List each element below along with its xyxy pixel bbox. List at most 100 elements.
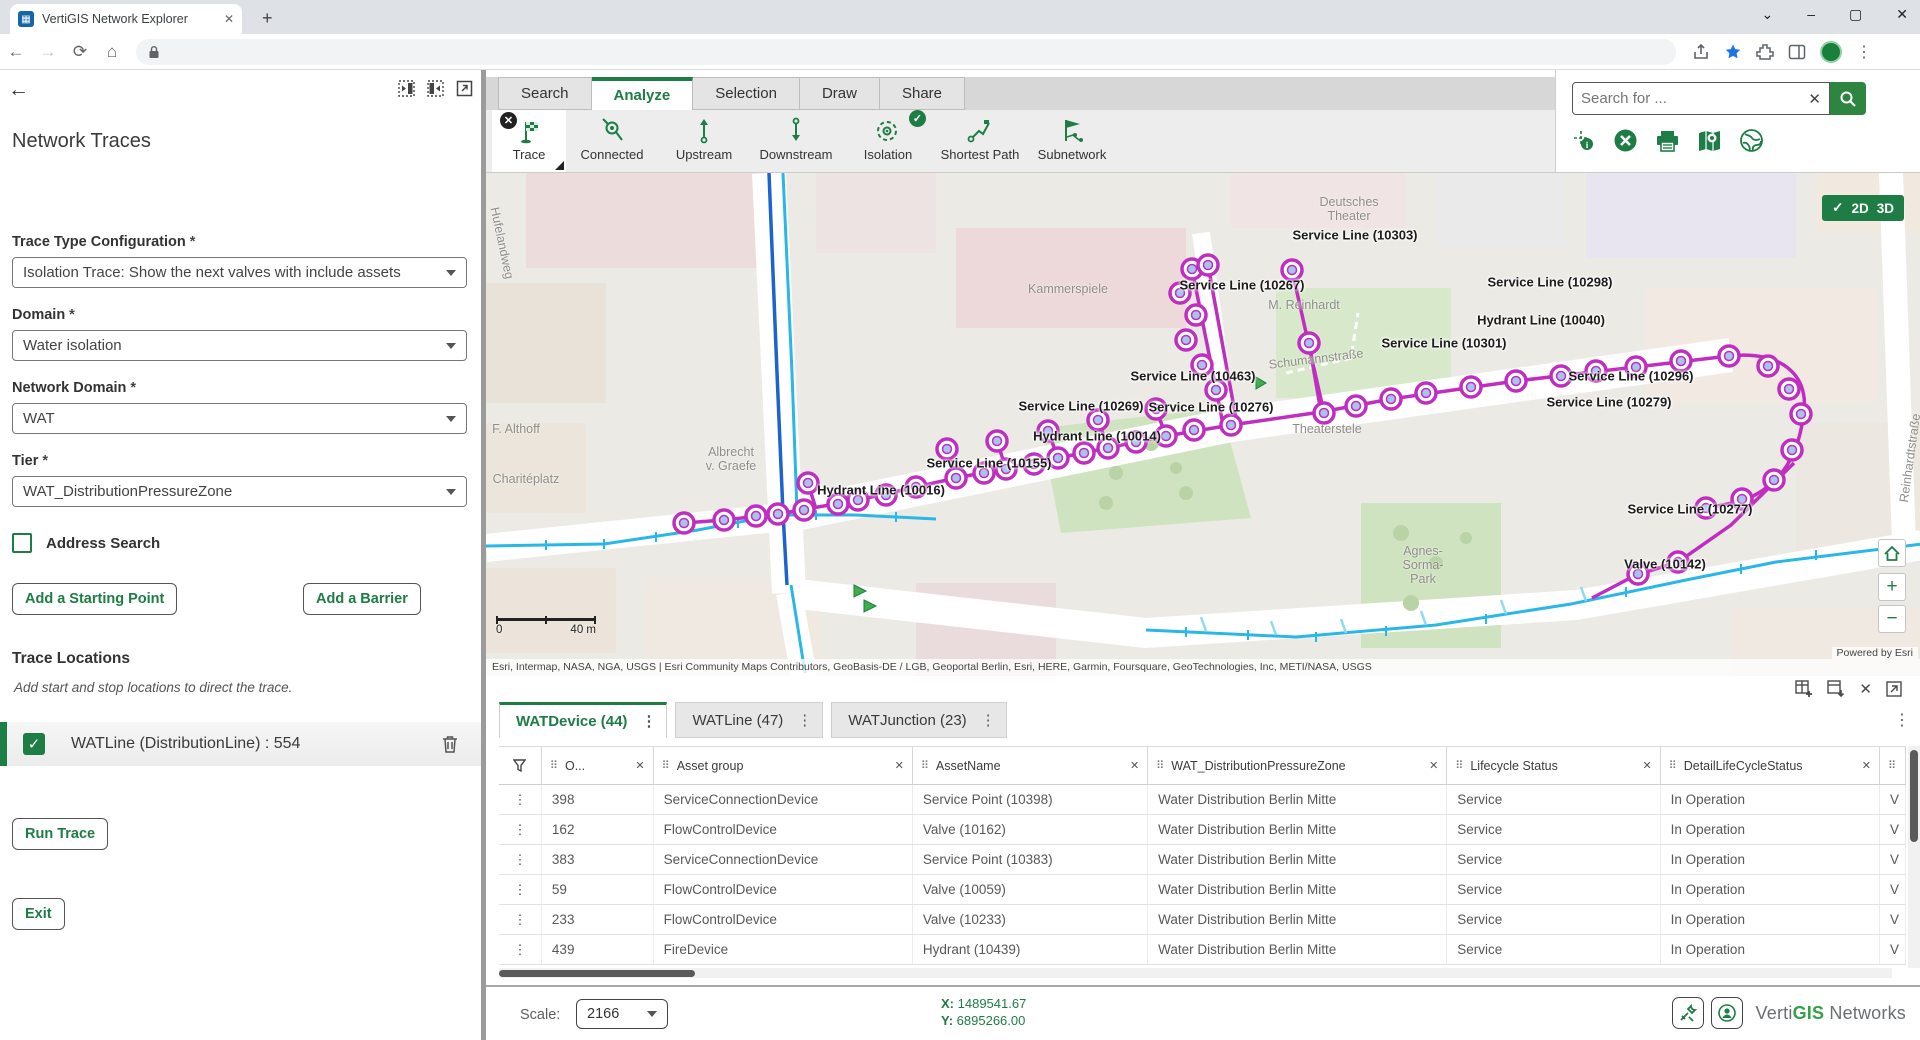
remove-column-icon[interactable]: ✕: [1862, 759, 1871, 772]
zoom-out-button[interactable]: −: [1878, 605, 1906, 633]
column-header[interactable]: ⠿Asset group✕: [654, 747, 913, 784]
map-home-button[interactable]: [1878, 539, 1906, 567]
tab-close-icon[interactable]: ✕: [224, 12, 234, 26]
table-row[interactable]: ⋮398ServiceConnectionDeviceService Point…: [499, 785, 1906, 815]
row-menu-icon[interactable]: ⋮: [499, 845, 542, 874]
browser-tab[interactable]: ▦ VertiGIS Network Explorer ✕: [10, 4, 242, 34]
trace-location-item[interactable]: ✓ WATLine (DistributionLine) : 554: [0, 722, 481, 766]
share-icon[interactable]: [1692, 43, 1710, 61]
tier-select[interactable]: WAT_DistributionPressureZone: [12, 476, 467, 507]
export-table-icon[interactable]: [1827, 680, 1845, 698]
table-row[interactable]: ⋮383ServiceConnectionDeviceService Point…: [499, 845, 1906, 875]
address-search-checkbox[interactable]: [12, 533, 32, 553]
browser-menu-icon[interactable]: ⋮: [1856, 42, 1872, 62]
tab-share[interactable]: Share: [880, 77, 965, 110]
open-results-new-icon[interactable]: [1886, 681, 1902, 697]
window-menu-icon[interactable]: ⌄: [1762, 6, 1774, 23]
results-tab-watjunction[interactable]: WATJunction (23)⋮: [831, 702, 1006, 738]
drag-handle-icon[interactable]: ⠿: [1669, 759, 1676, 772]
dock-left-icon[interactable]: [398, 80, 415, 97]
exit-button[interactable]: Exit: [12, 898, 65, 930]
add-barrier-button[interactable]: Add a Barrier: [303, 583, 421, 615]
row-menu-icon[interactable]: ⋮: [499, 815, 542, 844]
table-row[interactable]: ⋮162FlowControlDeviceValve (10162)Water …: [499, 815, 1906, 845]
user-button[interactable]: [1711, 997, 1743, 1029]
tool-shortest-path[interactable]: Shortest Path: [934, 110, 1026, 172]
search-box[interactable]: ✕: [1572, 82, 1830, 115]
tab-search[interactable]: Search: [498, 77, 592, 110]
trace-item-checkbox[interactable]: ✓: [23, 733, 45, 755]
vertical-scrollbar[interactable]: [1908, 746, 1920, 968]
window-close-icon[interactable]: ✕: [1896, 6, 1908, 23]
tool-downstream[interactable]: Downstream: [750, 110, 842, 172]
horizontal-scrollbar[interactable]: [499, 968, 1892, 978]
drag-handle-icon[interactable]: ⠿: [662, 759, 669, 772]
tool-subnetwork[interactable]: Subnetwork: [1026, 110, 1118, 172]
hscroll-thumb[interactable]: [499, 970, 695, 977]
panel-back-icon[interactable]: ←: [8, 78, 29, 102]
tools-button[interactable]: [1672, 997, 1704, 1029]
back-icon[interactable]: ←: [0, 42, 32, 62]
vscroll-thumb[interactable]: [1910, 750, 1918, 842]
column-header[interactable]: ⠿WAT_DistributionPressureZone✕: [1148, 747, 1447, 784]
remove-column-icon[interactable]: ✕: [1642, 759, 1651, 772]
trace-type-select[interactable]: Isolation Trace: Show the next valves wi…: [12, 257, 467, 288]
drag-handle-icon[interactable]: ⠿: [1455, 759, 1462, 772]
column-header[interactable]: ⠿O...✕: [542, 747, 654, 784]
table-row[interactable]: ⋮59FlowControlDeviceValve (10059)Water D…: [499, 875, 1906, 905]
home-icon[interactable]: ⌂: [96, 42, 128, 62]
filter-icon[interactable]: [499, 747, 542, 784]
zoom-in-button[interactable]: +: [1878, 573, 1906, 601]
cancel-icon[interactable]: [1613, 128, 1638, 153]
tool-trace[interactable]: ✕ Trace: [492, 110, 566, 172]
map-bookmark-icon[interactable]: [1697, 129, 1722, 153]
tab-menu-icon[interactable]: ⋮: [981, 711, 996, 729]
results-tab-watline[interactable]: WATLine (47)⋮: [675, 702, 823, 738]
tool-upstream[interactable]: Upstream: [658, 110, 750, 172]
row-menu-icon[interactable]: ⋮: [499, 875, 542, 904]
trash-icon[interactable]: [441, 734, 459, 754]
add-to-selection-icon[interactable]: [1795, 680, 1813, 698]
remove-column-icon[interactable]: ✕: [1130, 759, 1139, 772]
tool-connected[interactable]: Connected: [566, 110, 658, 172]
reload-icon[interactable]: ⟳: [64, 42, 96, 62]
run-trace-button[interactable]: Run Trace: [12, 818, 108, 850]
profile-avatar[interactable]: [1820, 41, 1842, 63]
search-input[interactable]: [1581, 90, 1808, 107]
add-starting-point-button[interactable]: Add a Starting Point: [12, 583, 177, 615]
row-menu-icon[interactable]: ⋮: [499, 785, 542, 814]
remove-column-icon[interactable]: ✕: [635, 759, 644, 772]
print-icon[interactable]: [1655, 129, 1680, 153]
column-header[interactable]: ⠿Lifecycle Status✕: [1447, 747, 1660, 784]
tab-analyze[interactable]: Analyze: [592, 77, 694, 110]
globe-icon[interactable]: [1739, 128, 1764, 153]
2d-3d-toggle[interactable]: ✓ 2D 3D: [1822, 195, 1904, 221]
map-view[interactable]: Service Line (10303)Service Line (10267)…: [486, 172, 1920, 676]
tool-isolation[interactable]: ✓ Isolation: [842, 110, 934, 172]
results-tab-watdevice[interactable]: WATDevice (44)⋮: [499, 702, 667, 738]
new-tab-button[interactable]: +: [262, 8, 273, 29]
network-domain-select[interactable]: WAT: [12, 403, 467, 434]
search-button[interactable]: [1830, 82, 1866, 115]
forward-icon[interactable]: →: [32, 42, 64, 62]
column-header[interactable]: ⠿AssetName✕: [913, 747, 1148, 784]
side-panel-icon[interactable]: [1788, 43, 1806, 61]
tab-selection[interactable]: Selection: [693, 77, 800, 110]
close-results-icon[interactable]: ✕: [1859, 680, 1872, 698]
drag-handle-icon[interactable]: ⠿: [550, 759, 557, 772]
drag-handle-icon[interactable]: ⠿: [1156, 759, 1163, 772]
search-clear-icon[interactable]: ✕: [1808, 90, 1821, 108]
extensions-icon[interactable]: [1756, 43, 1774, 61]
domain-select[interactable]: Water isolation: [12, 330, 467, 361]
column-header[interactable]: ⠿DetailLifeCycleStatus✕: [1661, 747, 1880, 784]
table-row[interactable]: ⋮439FireDeviceHydrant (10439)Water Distr…: [499, 935, 1906, 965]
address-bar[interactable]: [136, 39, 1676, 65]
table-row[interactable]: ⋮233FlowControlDeviceValve (10233)Water …: [499, 905, 1906, 935]
window-minimize-icon[interactable]: –: [1807, 6, 1815, 23]
tab-draw[interactable]: Draw: [800, 77, 880, 110]
bookmark-star-icon[interactable]: [1724, 43, 1742, 61]
open-in-new-window-icon[interactable]: [456, 80, 473, 97]
row-menu-icon[interactable]: ⋮: [499, 905, 542, 934]
column-header-partial[interactable]: ⠿: [1880, 747, 1906, 784]
dock-right-icon[interactable]: [427, 80, 444, 97]
